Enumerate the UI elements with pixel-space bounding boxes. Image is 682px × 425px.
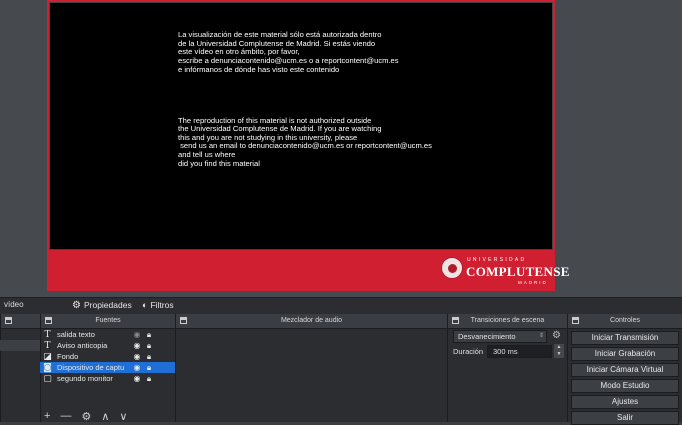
sources-header: Fuentes (41, 314, 175, 329)
image-icon: ◪ (43, 351, 52, 362)
dock-icon (45, 317, 52, 324)
dock-icon (180, 317, 187, 324)
audio-mixer-dock: Mezclador de audio (175, 314, 447, 422)
logo-madrid: MADRID (518, 280, 548, 285)
dock-icon (572, 317, 579, 324)
camera-icon: ◙ (43, 362, 52, 373)
notice-spanish: La visualización de este material sólo e… (178, 30, 399, 74)
source-label: salida texto (57, 330, 95, 339)
duration-stepper[interactable]: ▲ ▼ (554, 344, 564, 358)
mixer-header: Mezclador de audio (176, 314, 447, 329)
mixer-title: Mezclador de audio (280, 317, 343, 324)
eye-icon[interactable]: ◉ (131, 363, 143, 372)
logo-universidad: UNIVERSIDAD (467, 257, 527, 263)
filters-label: Filtros (150, 300, 174, 310)
sources-toolbar: + — ⚙ ∧ ∨ (40, 410, 175, 423)
lock-icon[interactable]: 🔒︎ (143, 374, 155, 384)
dock-icon (452, 317, 459, 324)
display-icon: ▢ (43, 373, 52, 384)
lock-icon[interactable]: 🔒︎ (143, 352, 155, 362)
filters-button[interactable]: ◐ Filtros (142, 298, 174, 312)
text-icon: T (44, 340, 51, 351)
scenes-dock (0, 314, 40, 422)
start-recording-button[interactable]: Iniciar Grabación (571, 347, 679, 361)
lock-icon[interactable]: 🔒︎ (143, 363, 155, 373)
source-label: Aviso anticopia (57, 341, 108, 350)
filter-icon: ◐ (142, 300, 148, 310)
remove-source-icon[interactable]: — (60, 410, 71, 422)
controls-header: Controles (568, 314, 682, 329)
lock-icon[interactable]: 🔒︎ (143, 330, 155, 340)
transitions-header: Transiciones de escena (448, 314, 567, 329)
ucm-seal-icon (441, 257, 463, 279)
notice-english: The reproduction of this material is not… (178, 115, 432, 168)
move-down-icon[interactable]: ∨ (119, 410, 127, 423)
add-source-icon[interactable]: + (44, 410, 50, 422)
transitions-title: Transiciones de escena (470, 317, 545, 324)
sources-title: Fuentes (95, 317, 121, 324)
chevron-updown-icon: ⇕ (539, 333, 545, 339)
controls-title: Controles (610, 317, 640, 324)
studio-mode-button[interactable]: Modo Estudio (571, 379, 679, 393)
text-icon: T (44, 329, 51, 340)
scene-item[interactable] (0, 340, 40, 351)
settings-button[interactable]: Ajustes (571, 395, 679, 409)
toolbar-partial-label: vídeo (4, 300, 24, 309)
source-item[interactable]: T Aviso anticopia ◉ 🔒︎ (40, 340, 175, 351)
source-label: Dispositivo de captu (57, 363, 125, 372)
eye-icon[interactable]: ◉ (131, 352, 143, 361)
duration-input[interactable]: 300 ms (487, 345, 552, 358)
anticopy-notice: La visualización de este material sólo e… (178, 14, 518, 177)
start-streaming-button[interactable]: Iniciar Transmisión (571, 331, 679, 345)
source-item[interactable]: ▢ segundo monitor ◉ 🔒︎ (40, 373, 175, 384)
scenes-header (1, 314, 40, 329)
move-up-icon[interactable]: ∧ (101, 410, 109, 423)
source-item[interactable]: ◙ Dispositivo de captu ◉ 🔒︎ (40, 362, 175, 373)
eye-slash-icon[interactable]: ◉ (131, 330, 143, 339)
eye-icon[interactable]: ◉ (131, 341, 143, 350)
properties-button[interactable]: ⚙ Propiedades (72, 298, 132, 312)
transition-settings-gear-icon[interactable]: ⚙ (552, 330, 561, 341)
eye-icon[interactable]: ◉ (131, 374, 143, 383)
source-label: Fondo (57, 352, 79, 361)
logo-complutense: COMPLUTENSE (466, 264, 570, 279)
lock-icon[interactable]: 🔒︎ (143, 341, 155, 351)
properties-label: Propiedades (83, 300, 132, 310)
transition-select[interactable]: Desvanecimiento (453, 330, 547, 343)
start-virtual-camera-button[interactable]: Iniciar Cámara Virtual (571, 363, 679, 377)
source-settings-icon[interactable]: ⚙ (81, 410, 91, 423)
exit-button[interactable]: Salir (571, 411, 679, 425)
duration-label: Duración (453, 347, 484, 356)
source-label: segundo monitor (57, 374, 113, 383)
gear-icon: ⚙ (72, 299, 81, 311)
source-item[interactable]: ◪ Fondo ◉ 🔒︎ (40, 351, 175, 362)
dock-icon (5, 317, 12, 324)
source-item[interactable]: Tsalida texto ◉ 🔒︎ (40, 329, 175, 340)
